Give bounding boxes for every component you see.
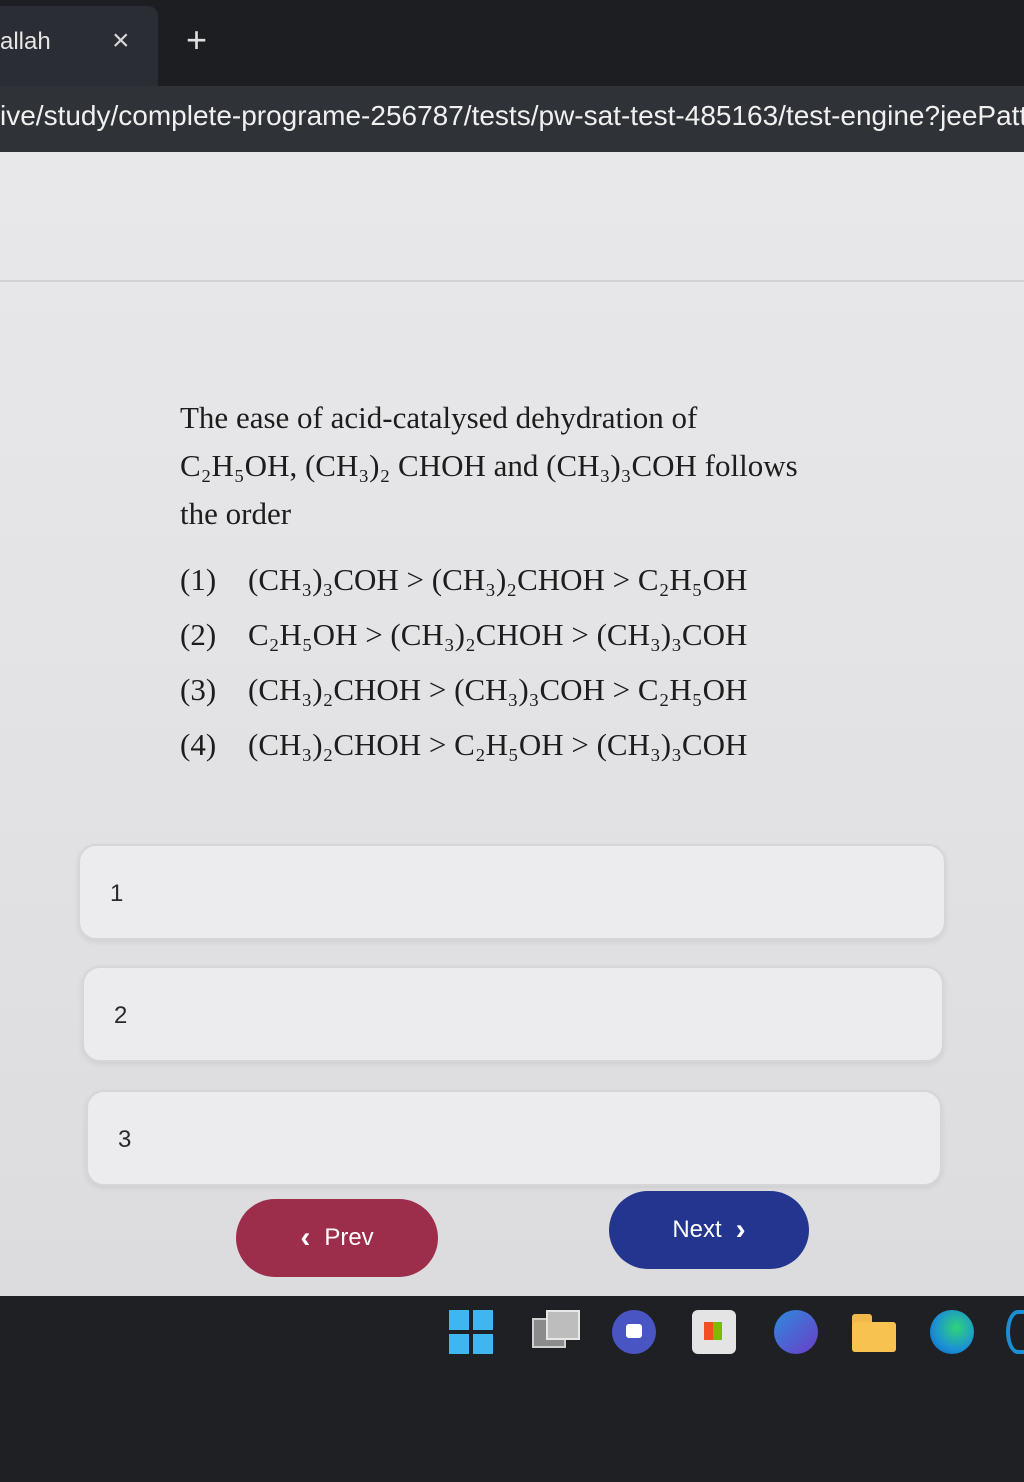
next-label: Next bbox=[672, 1216, 722, 1243]
windows-start-icon[interactable] bbox=[449, 1310, 493, 1354]
option-text: (CH₃)₃COH > (CH₃)₂CHOH > C₂H₅OH bbox=[248, 561, 748, 597]
question-text: The ease of acid-catalysed dehydration o… bbox=[180, 394, 848, 538]
answer-label: 1 bbox=[110, 880, 124, 907]
answer-choice-2[interactable]: 2 bbox=[82, 966, 944, 1062]
tab-title: allah bbox=[0, 28, 51, 55]
next-button[interactable]: Next › bbox=[609, 1191, 809, 1269]
option-number: (1) bbox=[180, 561, 217, 597]
prev-button[interactable]: ‹ Prev bbox=[236, 1199, 438, 1277]
divider bbox=[0, 280, 1024, 282]
option-number: (3) bbox=[180, 671, 217, 707]
option-2: (2) C₂H₅OH > (CH₃)₂CHOH > (CH₃)₃COH bbox=[180, 607, 820, 662]
copilot-icon[interactable] bbox=[774, 1310, 818, 1354]
option-text: (CH₃)₂CHOH > (CH₃)₃COH > C₂H₅OH bbox=[248, 671, 748, 707]
taskbar bbox=[0, 1296, 1024, 1482]
option-number: (4) bbox=[180, 726, 217, 762]
teams-meet-icon[interactable] bbox=[612, 1310, 656, 1354]
test-page: The ease of acid-catalysed dehydration o… bbox=[0, 152, 1024, 1296]
option-1: (1) (CH₃)₃COH > (CH₃)₂CHOH > C₂H₅OH bbox=[180, 552, 820, 607]
option-text: (CH₃)₂CHOH > C₂H₅OH > (CH₃)₃COH bbox=[248, 726, 748, 762]
chevron-right-icon: › bbox=[735, 1213, 746, 1246]
answer-choice-3[interactable]: 3 bbox=[86, 1090, 942, 1186]
question-line: The ease of acid-catalysed dehydration o… bbox=[180, 400, 698, 435]
browser-tab[interactable]: allah × bbox=[0, 6, 158, 86]
answer-choice-1[interactable]: 1 bbox=[78, 844, 946, 940]
option-text: C₂H₅OH > (CH₃)₂CHOH > (CH₃)₃COH bbox=[248, 616, 748, 652]
task-view-icon[interactable] bbox=[532, 1310, 580, 1354]
answer-label: 3 bbox=[118, 1126, 132, 1153]
prev-label: Prev bbox=[324, 1224, 374, 1251]
edge-icon[interactable] bbox=[930, 1310, 974, 1354]
answer-label: 2 bbox=[114, 1002, 128, 1029]
option-number: (2) bbox=[180, 616, 217, 652]
option-3: (3) (CH₃)₂CHOH > (CH₃)₃COH > C₂H₅OH bbox=[180, 662, 820, 717]
option-list: (1) (CH₃)₃COH > (CH₃)₂CHOH > C₂H₅OH (2) … bbox=[180, 552, 820, 772]
close-icon[interactable]: × bbox=[112, 24, 130, 58]
address-bar[interactable]: ive/study/complete-programe-256787/tests… bbox=[0, 86, 1024, 152]
option-4: (4) (CH₃)₂CHOH > C₂H₅OH > (CH₃)₃COH bbox=[180, 717, 820, 772]
browser-tab-strip: allah × + bbox=[0, 0, 1024, 86]
chrome-icon[interactable] bbox=[1006, 1310, 1024, 1354]
new-tab-icon[interactable]: + bbox=[186, 20, 207, 60]
url-text[interactable]: ive/study/complete-programe-256787/tests… bbox=[0, 100, 1024, 132]
store-icon[interactable] bbox=[692, 1310, 736, 1354]
question-line: C₂H₅OH, (CH₃)₂ CHOH and (CH₃)₃COH follow… bbox=[180, 448, 798, 483]
chevron-left-icon: ‹ bbox=[300, 1221, 311, 1254]
question-line: the order bbox=[180, 496, 292, 531]
file-explorer-icon[interactable] bbox=[852, 1310, 896, 1354]
